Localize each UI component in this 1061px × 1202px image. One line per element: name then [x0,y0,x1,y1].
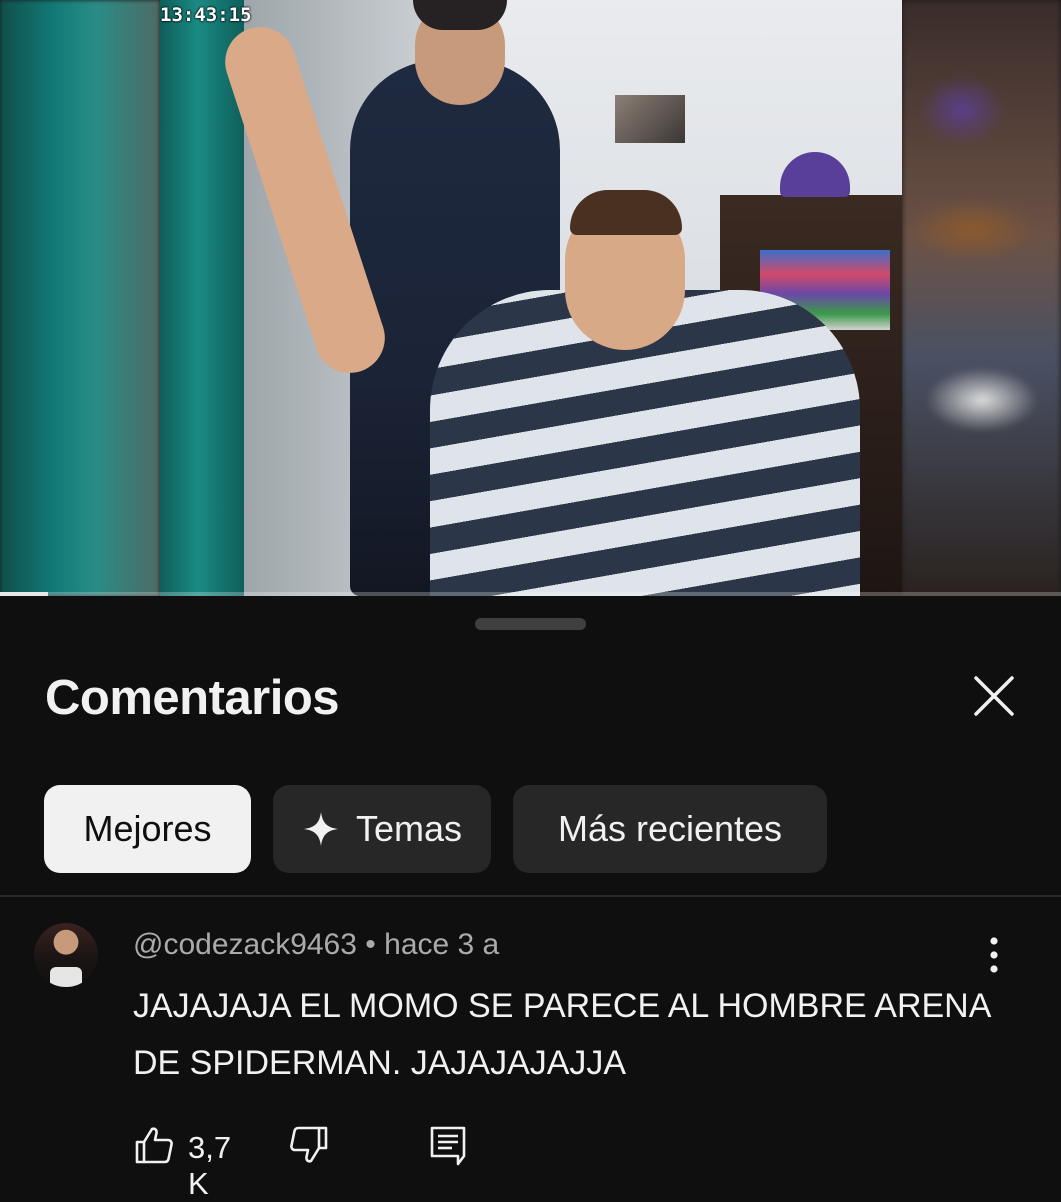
sparkle-icon [303,812,338,846]
chip-label: Mejores [83,808,212,849]
like-count: 3,7 K [188,1130,232,1201]
video-blur-right [902,0,1061,596]
shelf-cap [780,152,850,197]
sheet-title: Comentarios [45,671,340,725]
dislike-button[interactable] [288,1124,330,1171]
avatar[interactable] [34,923,98,987]
wall-photos [615,95,685,143]
divider [0,895,1061,897]
video-frame [160,0,902,596]
progress-bar[interactable] [0,592,1061,596]
chip-label: Más recientes [557,808,783,849]
chip-mas-recientes[interactable]: Más recientes [513,785,827,873]
comment-time: hace 3 a [384,928,500,961]
chip-label: Temas [355,808,463,849]
thumbs-up-icon [135,1127,173,1164]
like-button[interactable] [133,1124,175,1171]
reply-button[interactable] [428,1124,470,1175]
more-options-button[interactable] [976,933,1012,977]
avatar-shirt [50,967,82,987]
comment-text: JAJAJAJA EL MOMO SE PARECE AL HOMBRE ARE… [133,987,990,1082]
comment-meta: @codezack9463 • hace 3 a [133,928,499,962]
comment-author[interactable]: @codezack9463 [133,928,357,961]
video-player[interactable]: 13:43:15 [0,0,1061,596]
meta-separator: • [365,928,376,961]
close-button[interactable] [966,668,1022,724]
thumbs-down-icon [290,1126,328,1163]
video-blur-left [0,0,160,596]
close-icon [974,676,1014,716]
comments-sheet: Comentarios Mejores Temas Más recientes … [0,598,1061,1201]
more-vert-icon [990,937,998,973]
reply-icon [430,1126,466,1166]
chip-mejores[interactable]: Mejores [44,785,251,873]
person-front-hair [570,190,682,235]
drag-handle[interactable] [475,618,586,630]
chip-temas[interactable]: Temas [273,785,491,873]
video-timestamp: 13:43:15 [160,4,252,26]
progress-fill [0,592,48,596]
